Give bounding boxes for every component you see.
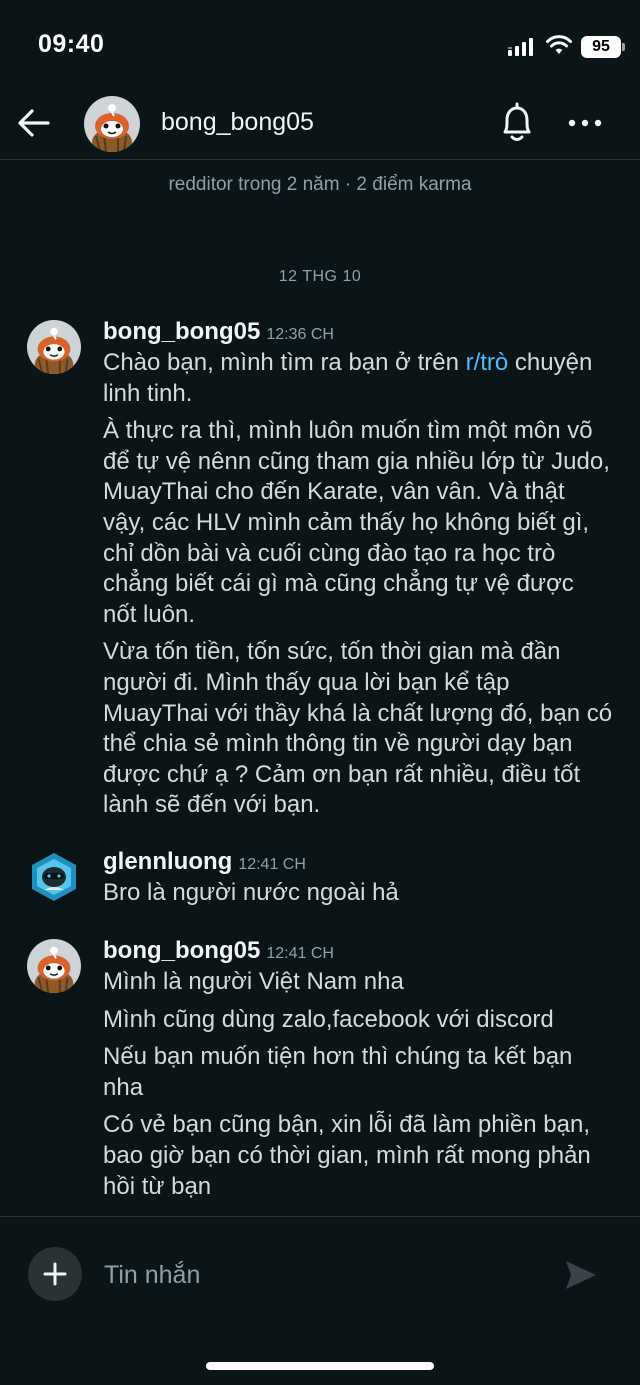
more-dots-icon[interactable] — [566, 110, 604, 136]
message-input[interactable] — [104, 1257, 534, 1293]
message-body: Mình là người Việt Nam nha Mình cũng dùn… — [103, 967, 613, 1209]
add-attachment-button[interactable] — [28, 1247, 82, 1301]
message-header: bong_bong05 12:36 CH — [103, 318, 334, 346]
message-text: Có vẻ bạn cũng bận, xin lỗi đã làm phiền… — [103, 1111, 591, 1200]
message-text-part: Chào bạn, mình tìm ra bạn ở trên — [103, 349, 466, 376]
message-text: Mình cũng dùng zalo,facebook với discord — [103, 1005, 554, 1033]
date-divider: 12 THG 10 — [278, 268, 362, 285]
cellular-signal-icon — [508, 38, 533, 56]
account-info: redditor trong 2 năm · 2 điểm karma — [168, 174, 472, 195]
author-avatar[interactable] — [27, 850, 81, 904]
header-avatar[interactable] — [84, 96, 140, 152]
message-text: Chào bạn, mình tìm ra bạn ở trên r/trò c… — [103, 348, 613, 409]
snoo-avatar-icon — [84, 96, 140, 152]
subreddit-link[interactable]: r/trò — [466, 349, 509, 376]
message-text: Bro là người nước ngoài hả — [103, 879, 399, 906]
message-text: À thực ra thì, mình luôn muốn tìm một mô… — [103, 417, 610, 628]
message-body: Bro là người nước ngoài hả — [103, 878, 613, 916]
wifi-icon — [546, 35, 572, 54]
author-avatar[interactable] — [27, 939, 81, 993]
plus-icon — [43, 1262, 67, 1286]
battery-cap — [622, 43, 625, 51]
battery-indicator: 95 — [581, 36, 621, 58]
message-header: glennluong 12:41 CH — [103, 848, 306, 876]
send-icon[interactable] — [560, 1255, 600, 1295]
header-username[interactable]: bong_bong05 — [161, 108, 314, 137]
message-header: bong_bong05 12:41 CH — [103, 937, 334, 965]
message-composer — [0, 1216, 640, 1385]
conversation-header: bong_bong05 — [0, 92, 640, 160]
snoo-avatar-icon — [27, 320, 81, 374]
back-arrow-icon[interactable] — [14, 102, 56, 144]
message-author[interactable]: bong_bong05 — [103, 937, 260, 964]
robot-avatar-icon — [27, 850, 81, 904]
message-text: Vừa tốn tiền, tốn sức, tốn thời gian mà … — [103, 638, 613, 819]
message-time: 12:41 CH — [266, 945, 334, 962]
message-author[interactable]: bong_bong05 — [103, 318, 260, 345]
snoo-avatar-icon — [27, 939, 81, 993]
author-avatar[interactable] — [27, 320, 81, 374]
message-time: 12:36 CH — [266, 326, 334, 343]
message-author[interactable]: glennluong — [103, 848, 232, 875]
message-time: 12:41 CH — [238, 856, 306, 873]
message-text: Nếu bạn muốn tiện hơn thì chúng ta kết b… — [103, 1043, 573, 1101]
status-time: 09:40 — [38, 30, 105, 58]
status-bar: 09:40 95 — [0, 0, 640, 92]
bell-icon[interactable] — [497, 100, 537, 146]
message-body: Chào bạn, mình tìm ra bạn ở trên r/trò c… — [103, 348, 613, 828]
home-indicator[interactable] — [206, 1362, 434, 1370]
message-text: Mình là người Việt Nam nha — [103, 968, 404, 995]
